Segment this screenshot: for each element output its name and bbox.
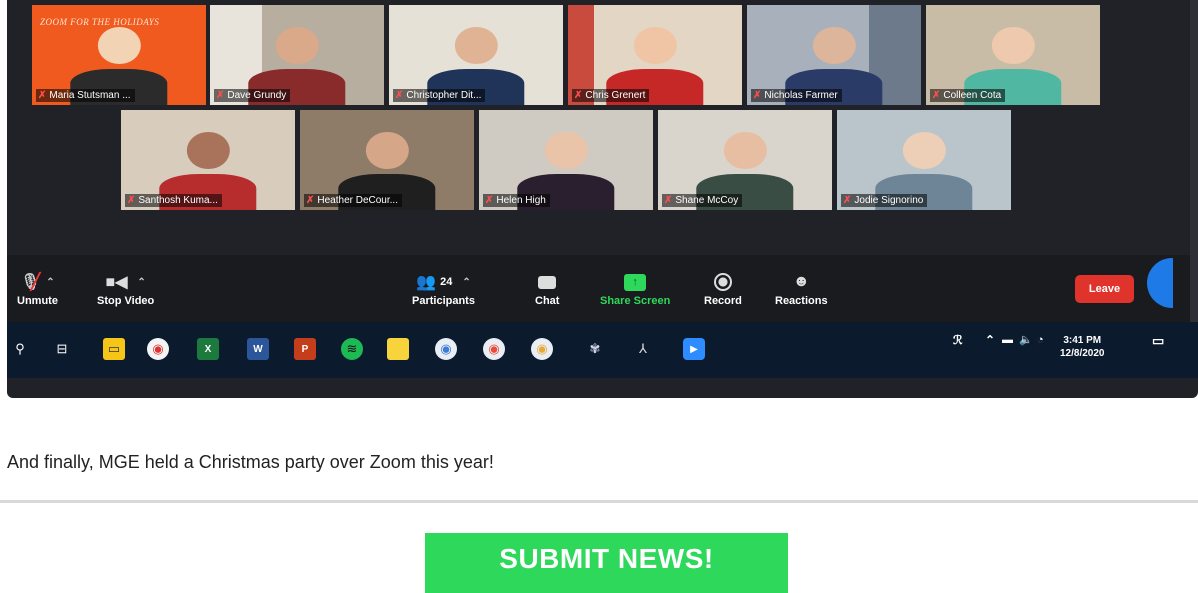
zoom-icon[interactable]: ▶ <box>683 338 705 360</box>
muted-mic-icon: ✗ <box>664 195 673 206</box>
muted-mic-icon: ✗ <box>753 90 762 101</box>
chrome-profile-icon[interactable]: ◉ <box>483 338 505 360</box>
muted-mic-icon: ✗ <box>574 90 583 101</box>
share-screen-button[interactable]: ↑ Share Screen <box>600 269 670 307</box>
zoom-meeting-photo: ZOOM FOR THE HOLIDAYS ✗ Maria Stutsman ..… <box>7 0 1198 398</box>
muted-mic-icon: ✗ <box>216 90 225 101</box>
video-tile[interactable]: ✗ Colleen Cota <box>926 5 1100 105</box>
task-view-icon[interactable]: ⊟ <box>51 338 73 360</box>
chat-bubble-icon <box>538 269 557 295</box>
muted-mic-icon: ✗ <box>485 195 494 206</box>
battery-icon: ▬ <box>1002 334 1013 346</box>
spotify-icon[interactable]: ≋ <box>341 338 363 360</box>
record-icon <box>713 269 732 295</box>
chat-button[interactable]: Chat <box>535 269 559 307</box>
video-camera-icon: ■◀ ⌃ <box>105 274 146 291</box>
muted-mic-icon: ✗ <box>395 90 404 101</box>
video-tile[interactable]: ✗ Dave Grundy <box>210 5 384 105</box>
muted-mic-icon: 🎙 ╱ ⌃ <box>20 274 55 291</box>
leave-button[interactable]: Leave <box>1075 275 1134 303</box>
video-tile[interactable]: ✗ Helen High <box>479 110 653 210</box>
chrome-beta-icon[interactable]: ◉ <box>531 338 553 360</box>
video-tile[interactable]: ZOOM FOR THE HOLIDAYS ✗ Maria Stutsman ..… <box>32 5 206 105</box>
reactions-button[interactable]: ☻ Reactions <box>775 269 828 307</box>
participants-icon: 👥 24 ⌃ <box>416 274 471 291</box>
word-icon[interactable]: W <box>247 338 269 360</box>
video-tile[interactable]: ✗ Santhosh Kuma... <box>121 110 295 210</box>
muted-mic-icon: ✗ <box>932 90 941 101</box>
muted-mic-icon: ✗ <box>306 195 315 206</box>
video-tile[interactable]: ✗ Chris Grenert <box>568 5 742 105</box>
participant-name: ✗ Dave Grundy <box>214 89 291 102</box>
search-icon[interactable]: ⚲ <box>9 338 31 360</box>
excel-icon[interactable]: X <box>197 338 219 360</box>
paint-icon[interactable]: ✾ <box>584 338 606 360</box>
participant-name: ✗ Helen High <box>483 194 550 207</box>
sticky-notes-icon[interactable] <box>387 338 409 360</box>
record-button[interactable]: Record <box>704 269 742 307</box>
volume-icon[interactable]: 🔈 <box>1019 334 1033 347</box>
video-tile[interactable]: ✗ Heather DeCour... <box>300 110 474 210</box>
share-screen-icon: ↑ <box>624 269 647 295</box>
acrobat-icon[interactable]: ⅄ <box>632 338 654 360</box>
file-explorer-icon[interactable]: ▭ <box>103 338 125 360</box>
divider <box>0 500 1198 503</box>
participant-name: ✗ Christopher Dit... <box>393 89 486 102</box>
article-caption: And finally, MGE held a Christmas party … <box>7 452 494 472</box>
windows-taskbar: ⚲ ⊟ ▭ ◉ X W P ≋ ◉ ◉ ◉ ✾ ⅄ ▶ ℛ ⌃ ▬ 🔈 ◔ 3:… <box>7 322 1198 378</box>
participant-name: ✗ Jodie Signorino <box>841 194 928 207</box>
stop-video-button[interactable]: ■◀ ⌃ Stop Video <box>97 269 154 307</box>
wifi-icon[interactable]: ◔ <box>1037 334 1044 347</box>
video-tile[interactable]: ✗ Shane McCoy <box>658 110 832 210</box>
participant-name: ✗ Nicholas Farmer <box>751 89 842 102</box>
participant-name: ✗ Santhosh Kuma... <box>125 194 222 207</box>
unmute-button[interactable]: 🎙 ╱ ⌃ Unmute <box>17 269 58 307</box>
submit-news-button[interactable]: SUBMIT NEWS! <box>425 533 788 593</box>
chevron-up-icon[interactable]: ⌃ <box>985 334 995 347</box>
notification-icon[interactable]: ▭ <box>1152 334 1164 347</box>
participant-name: ✗ Colleen Cota <box>930 89 1006 102</box>
participant-name: ✗ Maria Stutsman ... <box>36 89 135 102</box>
participants-button[interactable]: 👥 24 ⌃ Participants <box>412 269 475 307</box>
muted-mic-icon: ✗ <box>127 195 136 206</box>
muted-mic-icon: ✗ <box>843 195 852 206</box>
powerpoint-icon[interactable]: P <box>294 338 316 360</box>
participant-name: ✗ Chris Grenert <box>572 89 650 102</box>
participant-name: ✗ Heather DeCour... <box>304 194 402 207</box>
chrome-icon[interactable]: ◉ <box>147 338 169 360</box>
holiday-banner: ZOOM FOR THE HOLIDAYS <box>40 17 160 27</box>
video-tile[interactable]: ✗ Jodie Signorino <box>837 110 1011 210</box>
people-icon[interactable]: ℛ <box>953 334 963 347</box>
muted-mic-icon: ✗ <box>38 90 47 101</box>
zoom-toolbar: 🎙 ╱ ⌃ Unmute ■◀ ⌃ Stop Video 👥 24 ⌃ Participa… <box>7 255 1198 322</box>
clock[interactable]: 3:41 PM 12/8/2020 <box>1060 334 1105 360</box>
smiley-reaction-icon: ☻ <box>792 273 810 290</box>
video-tile[interactable]: ✗ Nicholas Farmer <box>747 5 921 105</box>
participant-name: ✗ Shane McCoy <box>662 194 743 207</box>
scrollbar[interactable] <box>1190 0 1198 322</box>
chrome-canary-icon[interactable]: ◉ <box>435 338 457 360</box>
video-tile[interactable]: ✗ Christopher Dit... <box>389 5 563 105</box>
